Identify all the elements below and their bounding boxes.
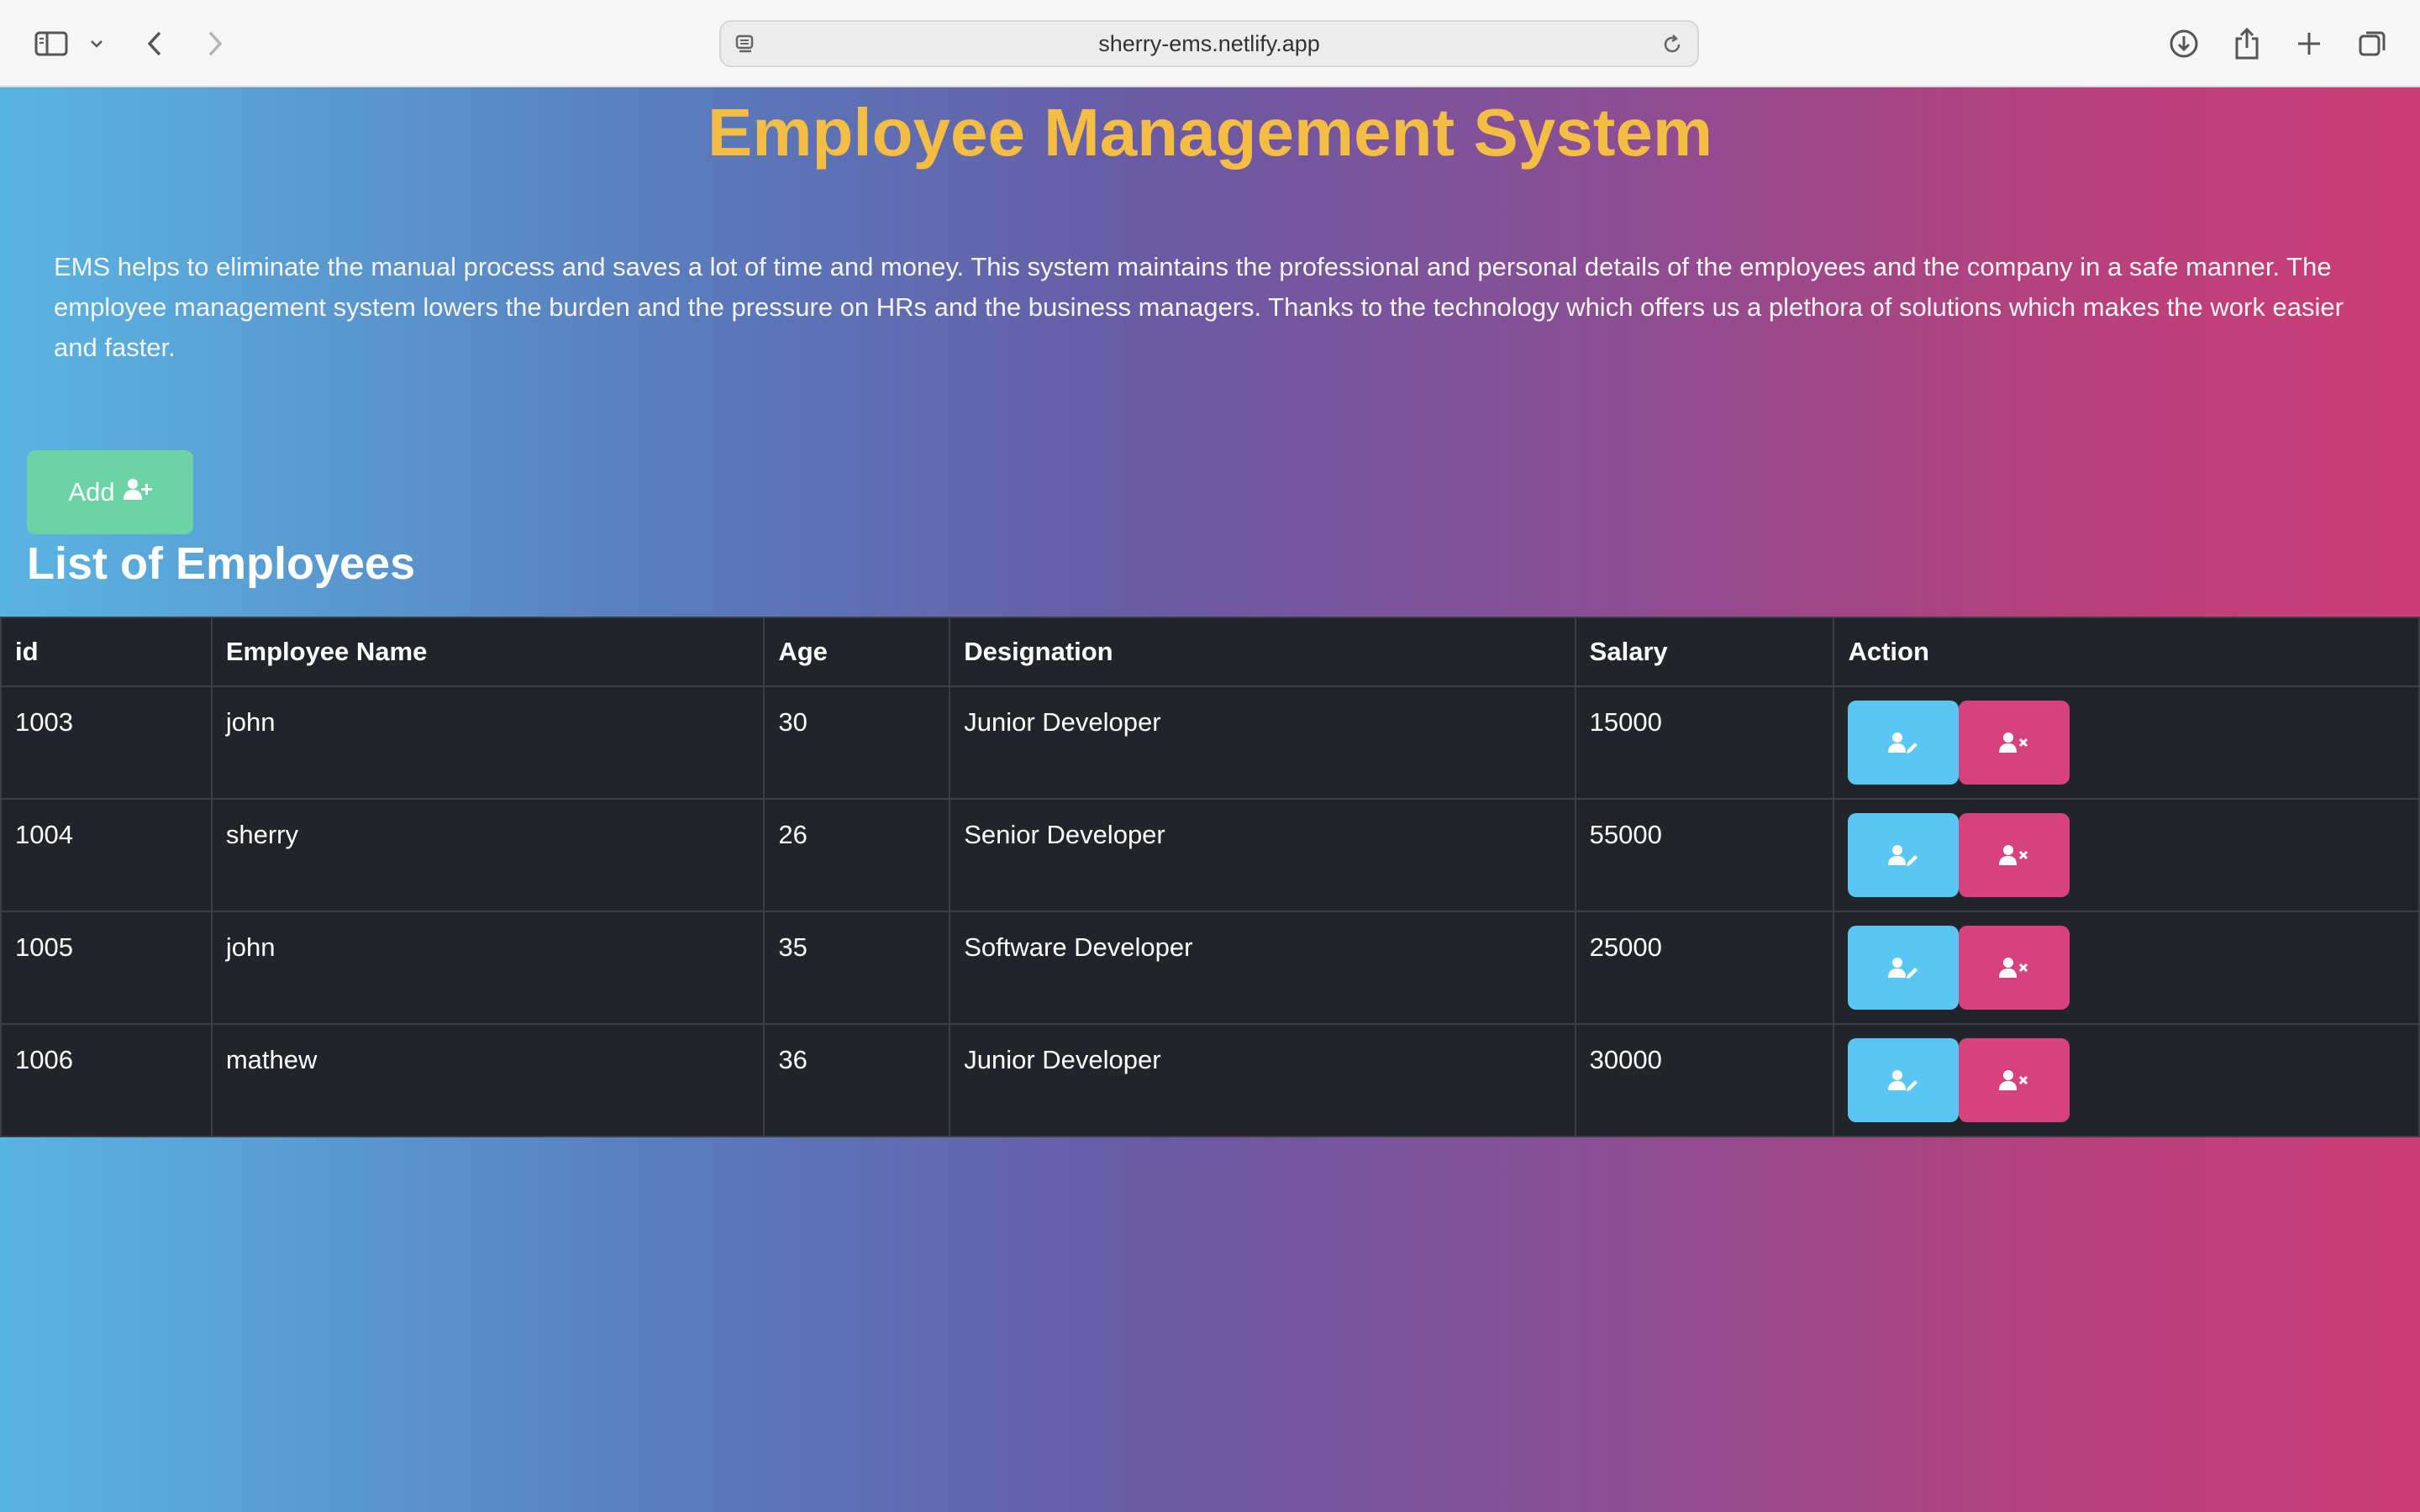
cell-designation: Senior Developer <box>949 798 1576 912</box>
table-row: 1004 sherry 26 Senior Developer 55000 <box>0 798 2420 912</box>
user-plus-icon <box>123 477 152 507</box>
cell-action <box>1833 685 2420 800</box>
user-remove-icon <box>1999 845 2028 865</box>
header-employee-name: Employee Name <box>210 617 765 687</box>
cell-salary: 55000 <box>1574 798 1835 912</box>
chevron-down-icon[interactable] <box>87 22 106 66</box>
page-title: Employee Management System <box>708 95 1712 170</box>
edit-employee-button[interactable] <box>1848 701 1960 785</box>
forward-arrow-icon[interactable] <box>200 22 230 66</box>
cell-designation: Junior Developer <box>949 1023 1576 1137</box>
table-header-row: id Employee Name Age Designation Salary … <box>0 617 2420 687</box>
cell-name: john <box>210 685 765 800</box>
user-edit-icon <box>1888 845 1918 866</box>
cell-age: 35 <box>763 911 951 1025</box>
user-edit-icon <box>1888 958 1918 979</box>
cell-id: 1003 <box>0 685 213 800</box>
cell-age: 36 <box>763 1023 951 1137</box>
user-remove-icon <box>1999 958 2028 978</box>
cell-age: 26 <box>763 798 951 912</box>
sidebar-toggle-icon[interactable] <box>30 22 72 66</box>
edit-employee-button[interactable] <box>1848 1038 1960 1122</box>
user-edit-icon <box>1888 732 1918 753</box>
user-edit-icon <box>1888 1070 1918 1091</box>
page-settings-icon[interactable] <box>734 34 756 61</box>
cell-name: john <box>210 911 765 1025</box>
delete-employee-button[interactable] <box>1959 1038 2070 1122</box>
header-salary: Salary <box>1574 617 1835 687</box>
header-action: Action <box>1833 617 2420 687</box>
cell-name: mathew <box>210 1023 765 1137</box>
back-arrow-icon[interactable] <box>139 22 170 66</box>
header-designation: Designation <box>949 617 1576 687</box>
address-bar[interactable]: sherry-ems.netlify.app <box>719 20 1699 67</box>
cell-salary: 15000 <box>1574 685 1835 800</box>
header-age: Age <box>763 617 951 687</box>
add-employee-button[interactable]: Add <box>27 450 193 534</box>
cell-age: 30 <box>763 685 951 800</box>
tab-overview-icon[interactable] <box>2354 22 2391 66</box>
header-id: id <box>0 617 213 687</box>
cell-action <box>1833 911 2420 1025</box>
cell-id: 1006 <box>0 1023 213 1137</box>
new-tab-icon[interactable] <box>2292 22 2326 66</box>
cell-name: sherry <box>210 798 765 912</box>
cell-id: 1005 <box>0 911 213 1025</box>
table-row: 1005 john 35 Software Developer 25000 <box>0 911 2420 1025</box>
cell-action <box>1833 1023 2420 1137</box>
cell-salary: 25000 <box>1574 911 1835 1025</box>
delete-employee-button[interactable] <box>1959 813 2070 897</box>
download-icon[interactable] <box>2165 22 2203 66</box>
edit-employee-button[interactable] <box>1848 813 1960 897</box>
browser-toolbar: sherry-ems.netlify.app <box>0 0 2420 87</box>
cell-designation: Software Developer <box>949 911 1576 1025</box>
cell-action <box>1833 798 2420 912</box>
list-title: List of Employees <box>27 538 416 589</box>
url-text: sherry-ems.netlify.app <box>1098 30 1320 56</box>
page-body: Employee Management System EMS helps to … <box>0 87 2420 1512</box>
reload-icon[interactable] <box>1660 33 1684 62</box>
cell-id: 1004 <box>0 798 213 912</box>
table-row: 1003 john 30 Junior Developer 15000 <box>0 685 2420 800</box>
table-row: 1006 mathew 36 Junior Developer 30000 <box>0 1023 2420 1137</box>
edit-employee-button[interactable] <box>1848 926 1960 1010</box>
share-icon[interactable] <box>2228 22 2265 66</box>
user-remove-icon <box>1999 732 2028 753</box>
employee-table: id Employee Name Age Designation Salary … <box>0 617 2420 1137</box>
delete-employee-button[interactable] <box>1959 926 2070 1010</box>
cell-salary: 30000 <box>1574 1023 1835 1137</box>
page-description: EMS helps to eliminate the manual proces… <box>54 252 2344 362</box>
cell-designation: Junior Developer <box>949 685 1576 800</box>
delete-employee-button[interactable] <box>1959 701 2070 785</box>
user-remove-icon <box>1999 1070 2028 1090</box>
add-button-label: Add <box>68 477 115 507</box>
